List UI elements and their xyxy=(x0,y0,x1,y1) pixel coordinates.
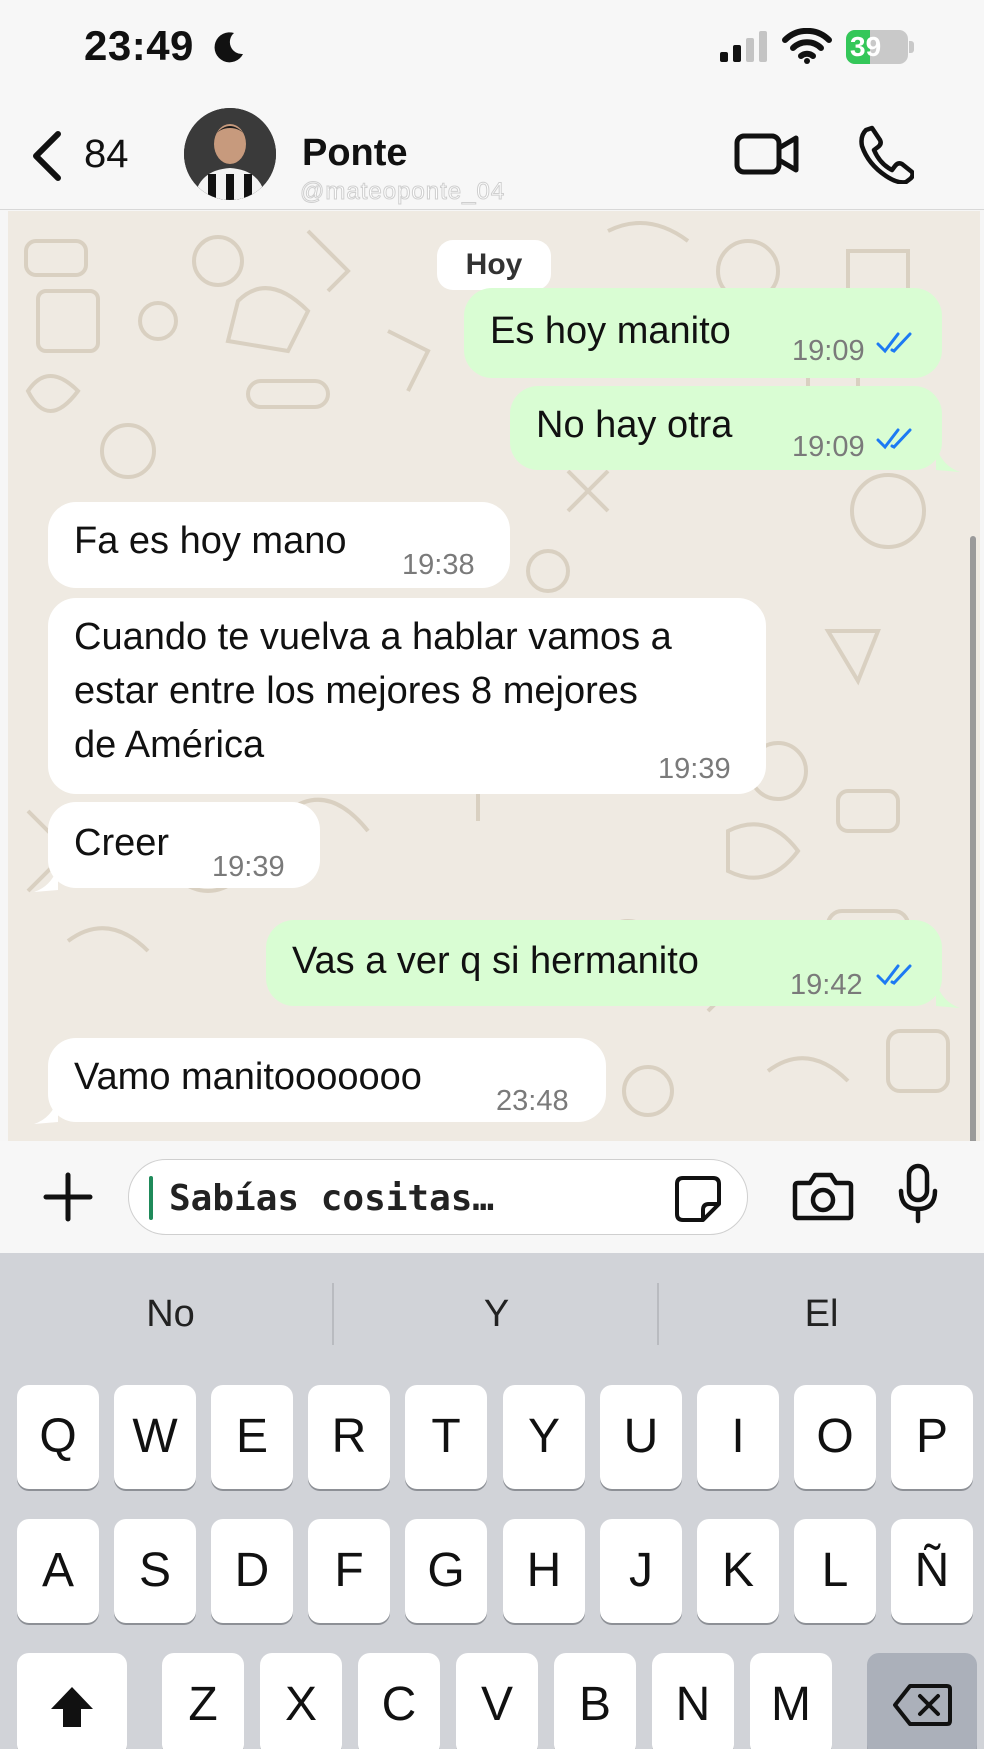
key-q[interactable]: Q xyxy=(17,1385,99,1489)
message-time: 23:48 xyxy=(496,1085,569,1117)
message-incoming[interactable]: Fa es hoy mano 19:38 xyxy=(48,502,510,588)
message-incoming[interactable]: Cuando te vuelva a hablar vamos a estar … xyxy=(48,598,766,794)
key-i[interactable]: I xyxy=(697,1385,779,1489)
message-time: 19:39 xyxy=(658,753,731,785)
message-text: No hay otra xyxy=(536,404,733,446)
key-j[interactable]: J xyxy=(600,1519,682,1623)
key-n[interactable]: N xyxy=(652,1653,734,1749)
battery-percent: 39 xyxy=(850,31,882,62)
backspace-key[interactable] xyxy=(867,1653,977,1749)
avatar[interactable] xyxy=(184,108,276,200)
key-d[interactable]: D xyxy=(211,1519,293,1623)
bubble-tail xyxy=(34,866,58,892)
message-text: Creer xyxy=(74,822,170,864)
message-incoming[interactable]: Vamo manitooooooo 23:48 xyxy=(48,1038,606,1122)
key-w[interactable]: W xyxy=(114,1385,196,1489)
key-e[interactable]: E xyxy=(211,1385,293,1489)
message-outgoing[interactable]: Vas a ver q si hermanito 19:42 xyxy=(266,920,942,1006)
text-caret xyxy=(149,1176,153,1220)
key-l[interactable]: L xyxy=(794,1519,876,1623)
status-time: 23:49 xyxy=(84,22,194,69)
battery-icon: 39 xyxy=(846,30,914,64)
message-composer: Sabías cositas… xyxy=(0,1141,984,1253)
key-h[interactable]: H xyxy=(503,1519,585,1623)
shift-key[interactable] xyxy=(17,1653,127,1749)
suggestion-3[interactable]: El xyxy=(659,1293,984,1336)
key-g[interactable]: G xyxy=(405,1519,487,1623)
shift-icon xyxy=(51,1687,93,1727)
video-call-icon[interactable] xyxy=(734,128,800,180)
bubble-tail xyxy=(34,1098,58,1124)
message-text: Vamo manitooooooo xyxy=(74,1056,422,1098)
key-o[interactable]: O xyxy=(794,1385,876,1489)
key-r[interactable]: R xyxy=(308,1385,390,1489)
key-m[interactable]: M xyxy=(750,1653,832,1749)
chat-scrollbar[interactable] xyxy=(970,536,976,1141)
suggestion-2[interactable]: Y xyxy=(334,1293,659,1336)
day-label: Hoy xyxy=(437,240,551,290)
message-time: 19:42 xyxy=(790,969,863,1001)
message-incoming[interactable]: Creer 19:39 xyxy=(48,802,320,888)
camera-icon[interactable] xyxy=(792,1171,854,1221)
message-input[interactable]: Sabías cositas… xyxy=(128,1159,748,1235)
phone-icon[interactable] xyxy=(858,124,914,184)
key-a[interactable]: A xyxy=(17,1519,99,1623)
key-y[interactable]: Y xyxy=(503,1385,585,1489)
signal-icon xyxy=(720,31,767,62)
key-b[interactable]: B xyxy=(554,1653,636,1749)
key-k[interactable]: K xyxy=(697,1519,779,1623)
moon-icon xyxy=(214,32,243,63)
key-x[interactable]: X xyxy=(260,1653,342,1749)
bubble-tail xyxy=(936,446,960,472)
key-s[interactable]: S xyxy=(114,1519,196,1623)
key-c[interactable]: C xyxy=(358,1653,440,1749)
message-text-line: Cuando te vuelva a hablar vamos a xyxy=(74,616,672,658)
back-unread-count[interactable]: 84 xyxy=(84,132,129,177)
contact-handle: @mateoponte_04 xyxy=(299,178,506,206)
key-n-tilde[interactable]: Ñ xyxy=(891,1519,973,1623)
message-text-line: estar entre los mejores 8 mejores xyxy=(74,670,638,712)
read-ticks-icon xyxy=(876,332,912,354)
status-bar: 23:49 39 xyxy=(0,0,984,100)
read-ticks-icon xyxy=(876,428,912,450)
message-time: 19:38 xyxy=(402,549,475,581)
message-text: Fa es hoy mano xyxy=(74,520,347,562)
message-text: Es hoy manito xyxy=(490,310,731,352)
backspace-icon xyxy=(893,1684,952,1726)
key-p[interactable]: P xyxy=(891,1385,973,1489)
message-outgoing[interactable]: Es hoy manito 19:09 xyxy=(464,288,942,378)
key-z[interactable]: Z xyxy=(162,1653,244,1749)
message-time: 19:09 xyxy=(792,335,865,367)
sticker-icon[interactable] xyxy=(673,1174,723,1224)
message-input-text: Sabías cositas… xyxy=(169,1178,495,1219)
microphone-icon[interactable] xyxy=(896,1163,940,1225)
read-ticks-icon xyxy=(876,964,912,986)
suggestion-1[interactable]: No xyxy=(8,1293,333,1336)
key-v[interactable]: V xyxy=(456,1653,538,1749)
message-text: Vas a ver q si hermanito xyxy=(292,940,699,982)
key-t[interactable]: T xyxy=(405,1385,487,1489)
chevron-left-icon[interactable] xyxy=(26,128,66,184)
message-outgoing[interactable]: No hay otra 19:09 xyxy=(510,386,942,470)
message-time: 19:09 xyxy=(792,431,865,463)
plus-icon[interactable] xyxy=(42,1171,94,1223)
contact-name[interactable]: Ponte xyxy=(302,132,408,175)
chat-header: 84 Ponte @mateoponte_04 xyxy=(0,100,984,210)
wifi-icon xyxy=(782,28,832,64)
key-f[interactable]: F xyxy=(308,1519,390,1623)
key-u[interactable]: U xyxy=(600,1385,682,1489)
message-text-line: de América xyxy=(74,724,265,766)
keyboard: No Y El Q W E R T Y U I O P A S D F G H … xyxy=(0,1253,984,1749)
bubble-tail xyxy=(936,982,960,1008)
message-time: 19:39 xyxy=(212,851,285,883)
